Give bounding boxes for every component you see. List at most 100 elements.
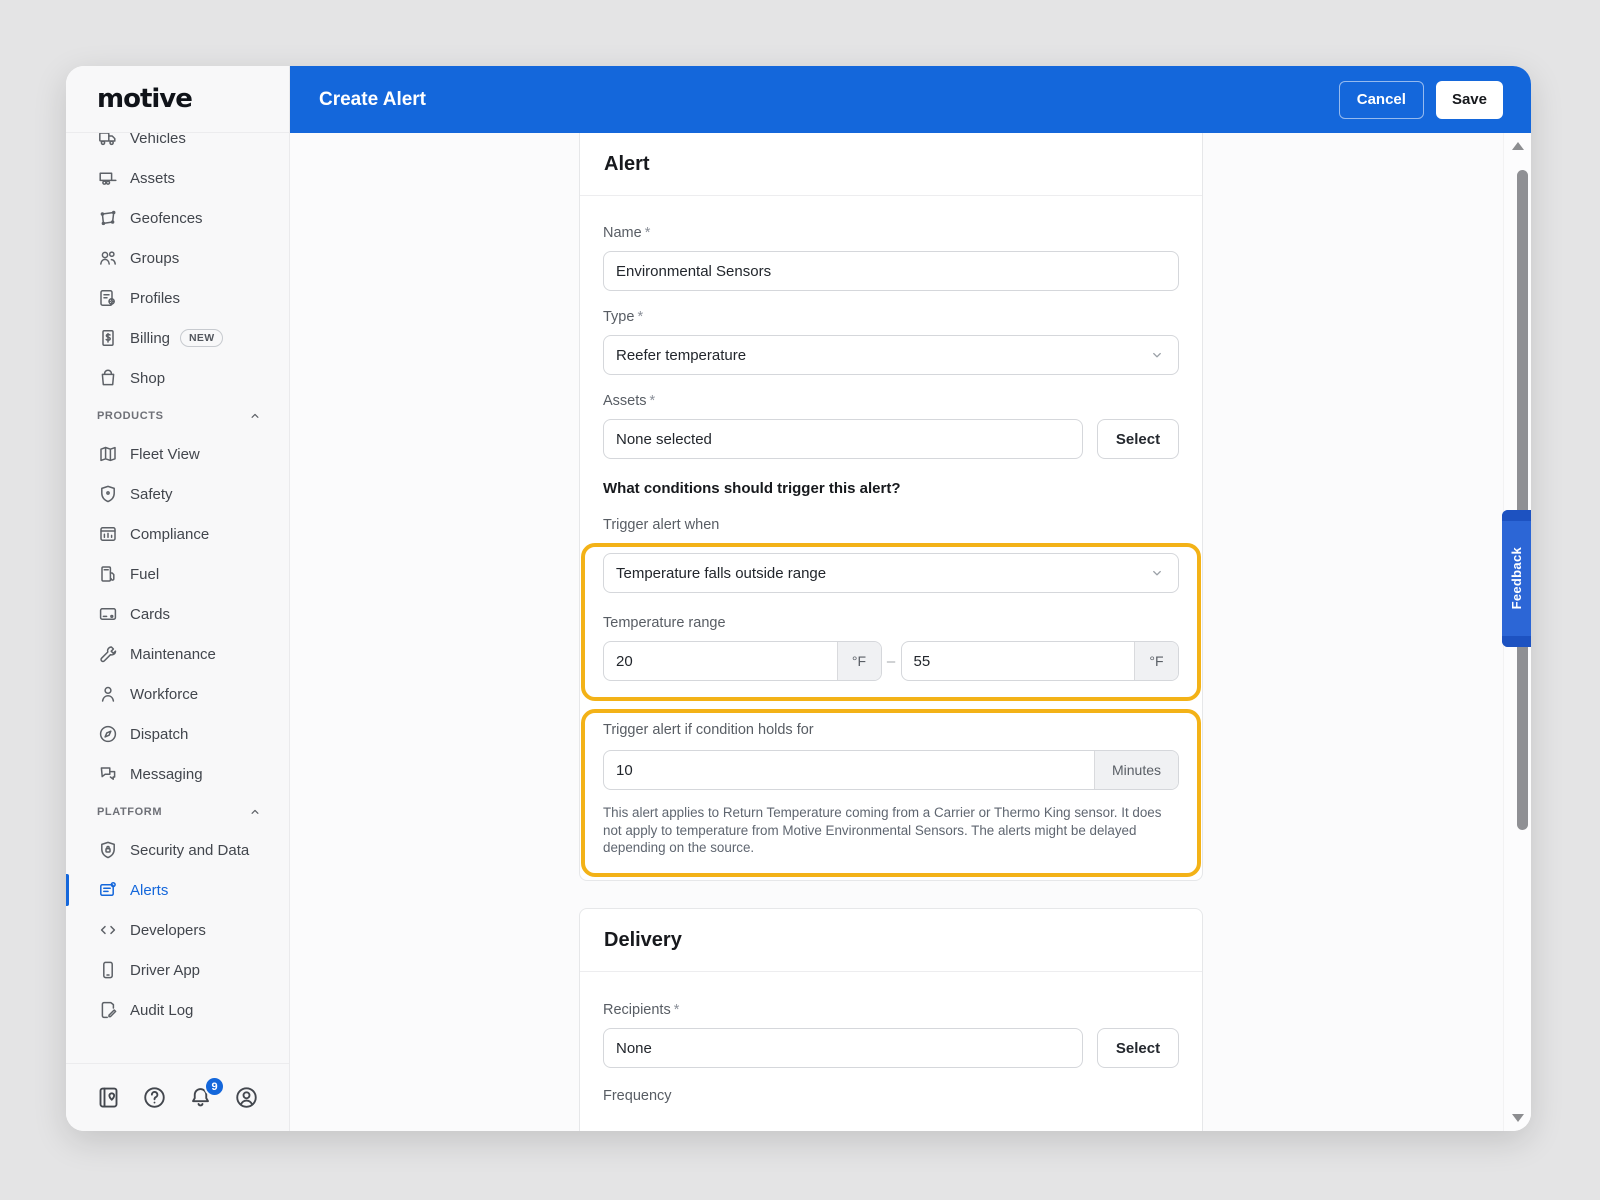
sidebar-item-label: Messaging [130,765,203,783]
temp-range-label: Temperature range [603,615,726,631]
sidebar-item-alerts[interactable]: Alerts [66,870,289,910]
conditions-question: What conditions should trigger this aler… [603,480,901,497]
sidebar-item-shop[interactable]: Shop [66,358,289,398]
alert-type-select[interactable]: Reefer temperature [603,335,1179,375]
alert-type-value: Reefer temperature [616,346,747,364]
address-book-icon[interactable] [96,1085,121,1110]
bell-icon[interactable]: 9 [188,1076,225,1110]
scrollbar-thumb[interactable] [1517,170,1528,830]
sidebar-item-profiles[interactable]: Profiles [66,278,289,318]
sidebar-item-label: Groups [130,249,180,267]
account-icon[interactable] [234,1085,259,1110]
compliance-icon [98,524,118,544]
sidebar-item-messaging[interactable]: Messaging [66,754,289,794]
person-icon [98,684,118,704]
temp-max-group: °F [900,641,1179,681]
wrench-icon [98,644,118,664]
sidebar-item-billing[interactable]: Billing NEW [66,318,289,358]
sidebar-item-assets[interactable]: Assets [66,158,289,198]
temp-min-group: °F [603,641,882,681]
billing-icon [98,328,118,348]
sidebar-item-label: Developers [130,921,206,939]
chat-bubbles-icon [98,764,118,784]
sidebar-section-platform[interactable]: PLATFORM [66,794,289,830]
save-button[interactable]: Save [1435,80,1503,119]
sidebar-item-dispatch[interactable]: Dispatch [66,714,289,754]
holds-for-input[interactable] [604,751,1094,789]
sidebar-item-cards[interactable]: Cards [66,594,289,634]
sidebar-item-compliance[interactable]: Compliance [66,514,289,554]
alert-card-header: Alert [580,133,1202,196]
sidebar: Vehicles Assets Geofences Groups Profiles Bil… [66,66,290,1131]
assets-select-button[interactable]: Select [1097,419,1179,459]
sidebar-item-driver-app[interactable]: Driver App [66,950,289,990]
alert-name-input[interactable] [603,251,1179,291]
sidebar-footer: 9 [66,1063,289,1131]
sidebar-item-audit-log[interactable]: Audit Log [66,990,289,1030]
motive-logo[interactable]: motive [66,66,289,133]
chevron-up-icon [247,804,263,820]
feedback-tab-label: Feedback [1509,547,1524,610]
trigger-when-select[interactable]: Temperature falls outside range [603,553,1179,593]
assets-input[interactable] [603,419,1083,459]
feedback-tab[interactable]: Feedback [1502,510,1531,647]
scroll-down-arrow-icon[interactable] [1512,1114,1524,1122]
delivery-card-body: Recipients* Select Frequency [580,1002,1202,1104]
delivery-card-header: Delivery [580,909,1202,972]
holds-for-group: Minutes [603,750,1179,790]
sidebar-item-label: Shop [130,369,166,387]
recipients-row: Select [603,1028,1179,1068]
sidebar-item-label: Security and Data [130,841,250,859]
recipients-input[interactable] [603,1028,1083,1068]
alert-card-title: Alert [604,152,650,175]
recipients-select-button[interactable]: Select [1097,1028,1179,1068]
temp-unit-addon: °F [836,642,881,680]
cancel-button[interactable]: Cancel [1338,80,1424,119]
sidebar-item-label: Cards [130,605,171,623]
assets-row: Select [603,419,1179,459]
audit-log-icon [98,1000,118,1020]
sidebar-item-label: Audit Log [130,1001,194,1019]
sidebar-item-developers[interactable]: Developers [66,910,289,950]
code-icon [98,920,118,940]
sidebar-item-workforce[interactable]: Workforce [66,674,289,714]
groups-icon [98,248,118,268]
new-badge: NEW [180,329,224,347]
temp-unit-addon: °F [1134,642,1178,680]
required-marker: * [637,309,644,325]
required-marker: * [673,1002,680,1018]
sidebar-item-fuel[interactable]: Fuel [66,554,289,594]
type-label: Type * [603,309,644,325]
map-icon [98,444,118,464]
recipients-label: Recipients * [603,1002,680,1018]
alert-note-icon [98,880,118,900]
geofence-icon [98,208,118,228]
page-title: Create Alert [319,88,427,110]
help-circle-icon[interactable] [142,1085,167,1110]
temp-min-input[interactable] [604,642,837,680]
required-marker: * [649,393,656,409]
holds-for-highlight: Trigger alert if condition holds for Min… [581,709,1201,878]
minutes-addon: Minutes [1094,751,1178,789]
trigger-when-label: Trigger alert when [603,517,720,533]
sidebar-item-fleet-view[interactable]: Fleet View [66,434,289,474]
sidebar-item-label: Workforce [130,685,199,703]
sidebar-item-label: Assets [130,169,176,187]
sidebar-section-products[interactable]: PRODUCTS [66,398,289,434]
assets-label: Assets * [603,393,656,409]
scroll-up-arrow-icon[interactable] [1512,142,1524,150]
sidebar-nav: Vehicles Assets Geofences Groups Profiles Bil… [66,118,289,1030]
sidebar-item-groups[interactable]: Groups [66,238,289,278]
sidebar-item-security-and-data[interactable]: Security and Data [66,830,289,870]
shield-lock-icon [98,840,118,860]
sidebar-item-maintenance[interactable]: Maintenance [66,634,289,674]
sidebar-item-label: Driver App [130,961,201,979]
sidebar-item-label: Safety [130,485,173,503]
trigger-when-value: Temperature falls outside range [616,564,827,582]
alert-card: Alert Name* Type* Reefer temperature Ass… [579,133,1203,881]
temp-max-input[interactable] [901,642,1134,680]
section-label: PLATFORM [97,806,163,818]
sidebar-item-safety[interactable]: Safety [66,474,289,514]
sidebar-item-geofences[interactable]: Geofences [66,198,289,238]
chevron-down-icon [1148,564,1166,582]
